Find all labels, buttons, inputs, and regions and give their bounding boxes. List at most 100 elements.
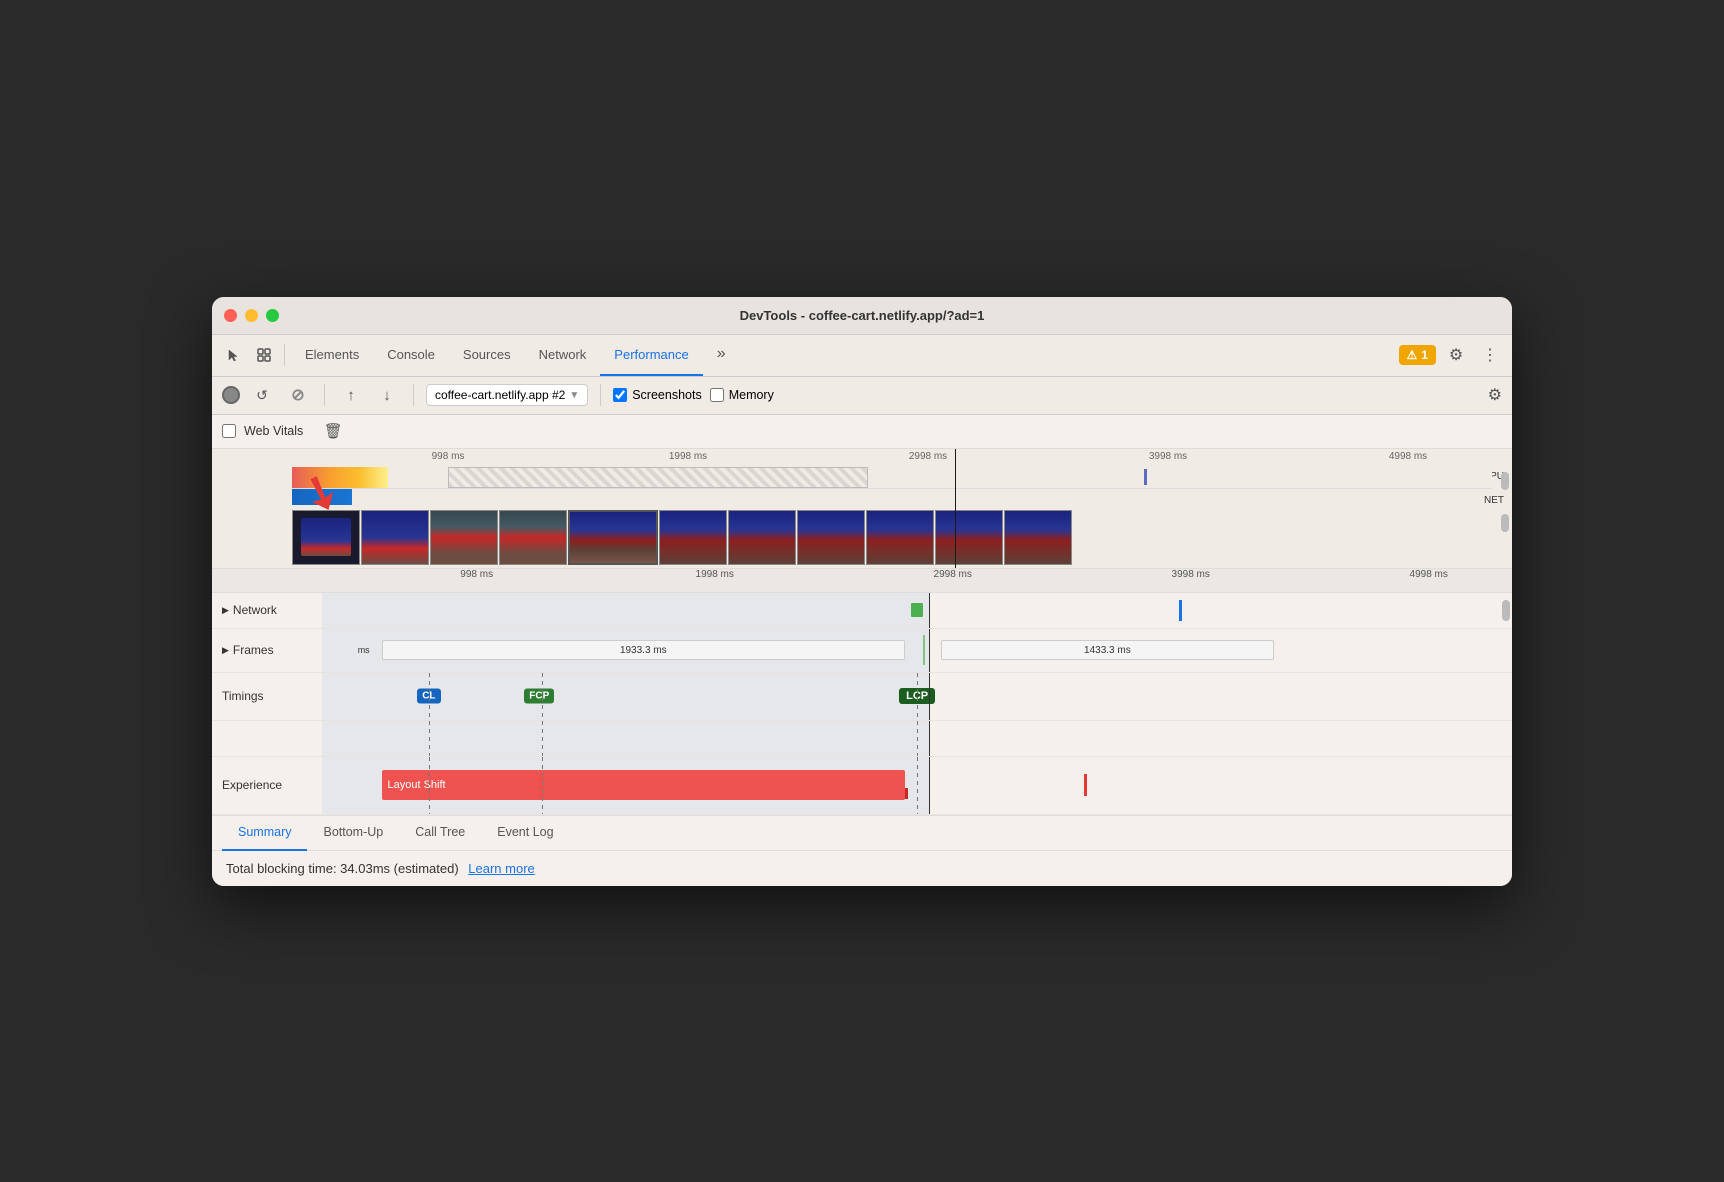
screenshot-thumb-8[interactable] [866,510,934,565]
warning-icon: ⚠ [1407,348,1418,362]
upload-button[interactable]: ↑ [337,381,365,409]
window-title: DevTools - coffee-cart.netlify.app/?ad=1 [740,308,985,323]
network-tick [1179,600,1182,621]
cl-dashed-line [429,673,430,720]
screenshot-thumb-9[interactable] [935,510,1003,565]
exp-notch [905,788,908,799]
screenshot-thumb-1[interactable] [361,510,429,565]
experience-track-content: Layout Shift [322,757,1512,814]
tab-summary[interactable]: Summary [222,815,307,851]
experience-track-label: Experience [212,778,322,792]
scrollbar-top[interactable] [1501,472,1509,490]
tab-call-tree[interactable]: Call Tree [399,815,481,851]
screenshot-thumb-10[interactable] [1004,510,1072,565]
network-label-text: Network [233,603,277,617]
experience-track: Experience Layout Shift [212,757,1512,815]
cursor-tool-button[interactable] [220,341,248,369]
screenshot-thumb-3[interactable] [499,510,567,565]
panel-tabs: Elements Console Sources Network Perform… [291,334,1397,376]
network-expand-icon[interactable]: ▶ [222,605,229,616]
memory-checkbox[interactable] [710,388,724,402]
tab-event-log[interactable]: Event Log [481,815,569,851]
screenshot-thumb-lcp[interactable] [568,510,658,565]
minimize-button[interactable] [245,309,258,322]
memory-checkbox-label[interactable]: Memory [710,388,774,402]
tab-bottom-up[interactable]: Bottom-Up [307,815,399,851]
clear-recording-button[interactable]: 🗑 [319,417,347,445]
exp-fcp-dashed [542,757,543,814]
stop-button[interactable]: ⊘ [284,381,312,409]
tab-network[interactable]: Network [525,334,601,376]
sub-lcp-dashed [917,721,918,756]
timings-sub-track [212,721,1512,757]
exp-cursor [929,757,930,814]
frames-cursor-bar [923,635,925,665]
inspect-button[interactable] [250,341,278,369]
network-scrollbar[interactable] [1502,600,1510,621]
sub-cl-dashed [429,721,430,756]
reload-button[interactable]: ↺ [248,381,276,409]
screenshot-thumb-6[interactable] [728,510,796,565]
striped-region [448,467,868,488]
tab-performance[interactable]: Performance [600,334,702,376]
detail-time-mark-3: 3998 ms [1172,569,1210,580]
record-bar: ↺ ⊘ ↑ ↓ coffee-cart.netlify.app #2 ▼ Scr… [212,377,1512,415]
summary-text: Total blocking time: 34.03ms (estimated) [226,861,459,876]
detail-time-mark-0: 998 ms [460,569,493,580]
divider-4 [600,384,601,406]
frames-bar-2: 1433.3 ms [941,640,1274,660]
frames-expand-icon[interactable]: ▶ [222,645,229,656]
screenshot-thumb-5[interactable] [659,510,727,565]
record-button[interactable] [222,386,240,404]
main-toolbar: Elements Console Sources Network Perform… [212,335,1512,377]
tab-sources[interactable]: Sources [449,334,525,376]
titlebar: DevTools - coffee-cart.netlify.app/?ad=1 [212,297,1512,335]
sub-cursor [929,721,930,756]
settings-button[interactable]: ⚙ [1442,341,1470,369]
webvitals-checkbox[interactable] [222,424,236,438]
tab-elements[interactable]: Elements [291,334,373,376]
exp-red-mark [1084,774,1087,797]
devtools-window: DevTools - coffee-cart.netlify.app/?ad=1… [212,297,1512,886]
close-button[interactable] [224,309,237,322]
network-selected-region [322,593,929,628]
frames-track-content: ms 1933.3 ms 1433.3 ms [322,629,1512,672]
frames-track-label: ▶ Frames [212,643,322,657]
scrollbar-bottom[interactable] [1501,514,1509,532]
fcp-badge: FCP [524,689,554,704]
tab-console[interactable]: Console [373,334,449,376]
exp-lcp-dashed [917,757,918,814]
timeline-cursor-line [955,449,956,568]
time-mark-3: 3998 ms [1149,451,1187,462]
frames-bar-1: 1933.3 ms [382,640,906,660]
more-menu-button[interactable]: ⋮ [1476,341,1504,369]
learn-more-link[interactable]: Learn more [468,861,534,876]
network-track-content [322,593,1512,628]
screenshots-checkbox-label[interactable]: Screenshots [613,388,701,402]
issue-badge-button[interactable]: ⚠ 1 [1399,345,1436,365]
timings-cursor [929,673,930,720]
frames-label-text: Frames [233,643,274,657]
download-button[interactable]: ↓ [373,381,401,409]
screenshot-thumb-7[interactable] [797,510,865,565]
time-mark-2: 2998 ms [909,451,947,462]
detail-time-mark-1: 1998 ms [696,569,734,580]
timings-label-text: Timings [222,689,264,703]
screenshot-thumb-0[interactable] [292,510,360,565]
network-bar-green [911,603,923,617]
screenshot-thumb-2[interactable] [430,510,498,565]
webvitals-label: Web Vitals [244,424,303,438]
maximize-button[interactable] [266,309,279,322]
tracks-container: 998 ms 1998 ms 2998 ms 3998 ms 4998 ms ▶… [212,569,1512,815]
screenshots-checkbox[interactable] [613,388,627,402]
perf-settings-icon[interactable]: ⚙ [1488,385,1502,405]
sub-track-content [322,721,1512,756]
tab-more[interactable]: » [703,334,740,376]
url-selector[interactable]: coffee-cart.netlify.app #2 ▼ [426,384,588,406]
cpu-spike [1144,469,1147,485]
lcp-dashed-line [917,673,918,720]
frames-cursor [929,629,930,672]
layout-shift-bar: Layout Shift [382,770,906,800]
timings-track-label: Timings [212,689,322,703]
detail-time-mark-4: 4998 ms [1410,569,1448,580]
